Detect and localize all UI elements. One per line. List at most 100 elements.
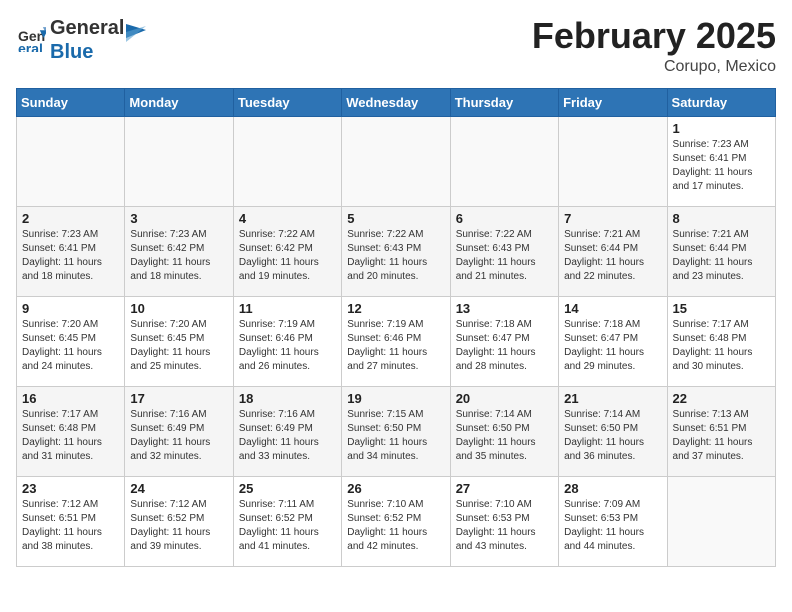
calendar-day-8: 8 Sunrise: 7:21 AMSunset: 6:44 PMDaylight… — [667, 206, 775, 296]
calendar-day-17: 17Sunrise: 7:16 AMSunset: 6:49 PMDayligh… — [125, 386, 233, 476]
weekday-header-friday: Friday — [559, 88, 667, 116]
weekday-header-saturday: Saturday — [667, 88, 775, 116]
day-number: 15 — [673, 301, 770, 316]
logo-blue: Blue — [50, 40, 124, 64]
calendar-day-11: 11Sunrise: 7:19 AMSunset: 6:46 PMDayligh… — [233, 296, 341, 386]
day-number: 21 — [564, 391, 661, 406]
weekday-header-monday: Monday — [125, 88, 233, 116]
day-info: Sunrise: 7:17 AMSunset: 6:48 PMDaylight:… — [673, 318, 770, 374]
calendar-day-5: 5 Sunrise: 7:22 AMSunset: 6:43 PMDaylight… — [342, 206, 450, 296]
day-number: 7 — [564, 211, 661, 226]
day-number: 16 — [22, 391, 119, 406]
logo: Gen eral General Blue — [16, 16, 146, 64]
day-info: Sunrise: 7:10 AMSunset: 6:53 PMDaylight:… — [456, 498, 553, 554]
location-subtitle: Corupo, Mexico — [532, 58, 776, 76]
logo-general: General — [50, 16, 124, 40]
calendar-day-4: 4Sunrise: 7:22 AMSunset: 6:42 PMDaylight… — [233, 206, 341, 296]
calendar-day-7: 7 Sunrise: 7:21 AMSunset: 6:44 PMDaylight… — [559, 206, 667, 296]
calendar-week-row: 1Sunrise: 7:23 AMSunset: 6:41 PMDaylight… — [17, 116, 776, 206]
page-header: Gen eral General Blue February 2025 Coru… — [16, 16, 776, 76]
calendar-empty-cell — [342, 116, 450, 206]
day-number: 14 — [564, 301, 661, 316]
calendar-day-15: 15 Sunrise: 7:17 AMSunset: 6:48 PMDayligh… — [667, 296, 775, 386]
day-info: Sunrise: 7:12 AMSunset: 6:51 PMDaylight:… — [22, 498, 119, 554]
day-number: 6 — [456, 211, 553, 226]
calendar-day-16: 16Sunrise: 7:17 AMSunset: 6:48 PMDayligh… — [17, 386, 125, 476]
calendar-week-row: 2 Sunrise: 7:23 AMSunset: 6:41 PMDaylight… — [17, 206, 776, 296]
weekday-header-sunday: Sunday — [17, 88, 125, 116]
day-info: Sunrise: 7:13 AMSunset: 6:51 PMDaylight:… — [673, 408, 770, 464]
calendar-day-10: 10 Sunrise: 7:20 AMSunset: 6:45 PMDayligh… — [125, 296, 233, 386]
day-info: Sunrise: 7:16 AMSunset: 6:49 PMDaylight:… — [130, 408, 227, 464]
calendar-day-12: 12 Sunrise: 7:19 AMSunset: 6:46 PMDayligh… — [342, 296, 450, 386]
day-number: 24 — [130, 481, 227, 496]
calendar-day-23: 23 Sunrise: 7:12 AMSunset: 6:51 PMDayligh… — [17, 476, 125, 566]
day-info: Sunrise: 7:14 AMSunset: 6:50 PMDaylight:… — [456, 408, 553, 464]
calendar-empty-cell — [559, 116, 667, 206]
calendar-day-19: 19 Sunrise: 7:15 AMSunset: 6:50 PMDayligh… — [342, 386, 450, 476]
calendar-day-13: 13 Sunrise: 7:18 AMSunset: 6:47 PMDayligh… — [450, 296, 558, 386]
calendar-day-20: 20 Sunrise: 7:14 AMSunset: 6:50 PMDayligh… — [450, 386, 558, 476]
weekday-header-row: SundayMondayTuesdayWednesdayThursdayFrid… — [17, 88, 776, 116]
calendar-empty-cell — [125, 116, 233, 206]
day-info: Sunrise: 7:14 AMSunset: 6:50 PMDaylight:… — [564, 408, 661, 464]
day-info: Sunrise: 7:20 AMSunset: 6:45 PMDaylight:… — [22, 318, 119, 374]
calendar-day-3: 3 Sunrise: 7:23 AMSunset: 6:42 PMDaylight… — [125, 206, 233, 296]
day-number: 9 — [22, 301, 119, 316]
day-number: 22 — [673, 391, 770, 406]
day-number: 5 — [347, 211, 444, 226]
calendar-empty-cell — [450, 116, 558, 206]
day-info: Sunrise: 7:12 AMSunset: 6:52 PMDaylight:… — [130, 498, 227, 554]
day-number: 11 — [239, 301, 336, 316]
day-info: Sunrise: 7:22 AMSunset: 6:42 PMDaylight:… — [239, 228, 336, 284]
day-info: Sunrise: 7:19 AMSunset: 6:46 PMDaylight:… — [347, 318, 444, 374]
calendar-day-22: 22 Sunrise: 7:13 AMSunset: 6:51 PMDayligh… — [667, 386, 775, 476]
title-block: February 2025 Corupo, Mexico — [532, 16, 776, 76]
calendar-empty-cell — [667, 476, 775, 566]
calendar-day-18: 18 Sunrise: 7:16 AMSunset: 6:49 PMDayligh… — [233, 386, 341, 476]
day-number: 26 — [347, 481, 444, 496]
day-number: 19 — [347, 391, 444, 406]
calendar-table: SundayMondayTuesdayWednesdayThursdayFrid… — [16, 88, 776, 567]
day-info: Sunrise: 7:15 AMSunset: 6:50 PMDaylight:… — [347, 408, 444, 464]
calendar-day-28: 28Sunrise: 7:09 AMSunset: 6:53 PMDayligh… — [559, 476, 667, 566]
calendar-day-24: 24 Sunrise: 7:12 AMSunset: 6:52 PMDayligh… — [125, 476, 233, 566]
day-info: Sunrise: 7:22 AMSunset: 6:43 PMDaylight:… — [347, 228, 444, 284]
day-info: Sunrise: 7:16 AMSunset: 6:49 PMDaylight:… — [239, 408, 336, 464]
calendar-day-21: 21 Sunrise: 7:14 AMSunset: 6:50 PMDayligh… — [559, 386, 667, 476]
logo-flag-icon — [124, 22, 146, 54]
day-info: Sunrise: 7:09 AMSunset: 6:53 PMDaylight:… — [564, 498, 661, 554]
day-info: Sunrise: 7:23 AMSunset: 6:42 PMDaylight:… — [130, 228, 227, 284]
day-number: 13 — [456, 301, 553, 316]
calendar-day-2: 2 Sunrise: 7:23 AMSunset: 6:41 PMDaylight… — [17, 206, 125, 296]
day-info: Sunrise: 7:23 AMSunset: 6:41 PMDaylight:… — [22, 228, 119, 284]
calendar-week-row: 9 Sunrise: 7:20 AMSunset: 6:45 PMDaylight… — [17, 296, 776, 386]
calendar-day-26: 26 Sunrise: 7:10 AMSunset: 6:52 PMDayligh… — [342, 476, 450, 566]
day-number: 12 — [347, 301, 444, 316]
month-year-title: February 2025 — [532, 16, 776, 56]
day-info: Sunrise: 7:11 AMSunset: 6:52 PMDaylight:… — [239, 498, 336, 554]
day-info: Sunrise: 7:21 AMSunset: 6:44 PMDaylight:… — [564, 228, 661, 284]
day-number: 18 — [239, 391, 336, 406]
calendar-day-9: 9 Sunrise: 7:20 AMSunset: 6:45 PMDaylight… — [17, 296, 125, 386]
day-info: Sunrise: 7:18 AMSunset: 6:47 PMDaylight:… — [456, 318, 553, 374]
day-number: 10 — [130, 301, 227, 316]
day-number: 3 — [130, 211, 227, 226]
day-number: 2 — [22, 211, 119, 226]
weekday-header-thursday: Thursday — [450, 88, 558, 116]
day-number: 23 — [22, 481, 119, 496]
day-number: 8 — [673, 211, 770, 226]
day-info: Sunrise: 7:20 AMSunset: 6:45 PMDaylight:… — [130, 318, 227, 374]
calendar-empty-cell — [233, 116, 341, 206]
day-info: Sunrise: 7:10 AMSunset: 6:52 PMDaylight:… — [347, 498, 444, 554]
day-number: 20 — [456, 391, 553, 406]
weekday-header-tuesday: Tuesday — [233, 88, 341, 116]
day-info: Sunrise: 7:23 AMSunset: 6:41 PMDaylight:… — [673, 138, 770, 194]
day-number: 25 — [239, 481, 336, 496]
calendar-empty-cell — [17, 116, 125, 206]
calendar-day-25: 25 Sunrise: 7:11 AMSunset: 6:52 PMDayligh… — [233, 476, 341, 566]
day-info: Sunrise: 7:21 AMSunset: 6:44 PMDaylight:… — [673, 228, 770, 284]
day-info: Sunrise: 7:18 AMSunset: 6:47 PMDaylight:… — [564, 318, 661, 374]
svg-text:eral: eral — [18, 40, 43, 51]
calendar-day-1: 1Sunrise: 7:23 AMSunset: 6:41 PMDaylight… — [667, 116, 775, 206]
